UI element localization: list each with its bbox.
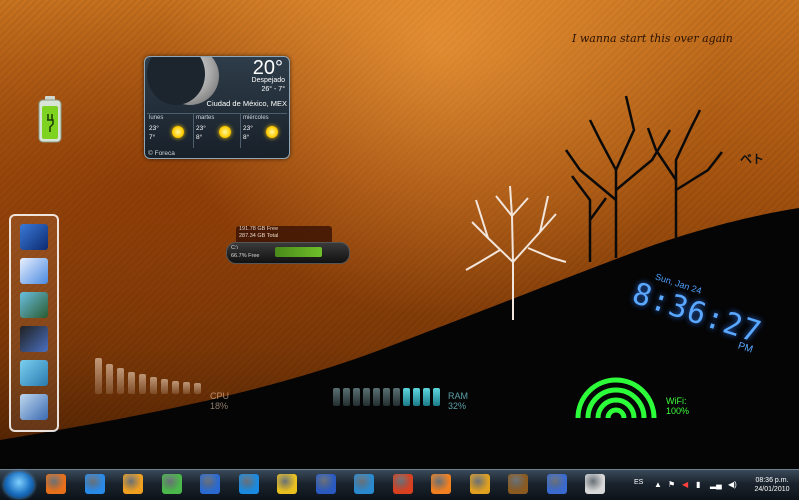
avast-icon[interactable] <box>238 474 259 494</box>
network-icon[interactable] <box>20 394 48 420</box>
weather-city: Ciudad de México, MEX <box>206 99 287 108</box>
weather-credit[interactable]: © Foreca <box>148 150 175 157</box>
desktop: I wanna start this over again ベト 20° Des… <box>0 0 799 469</box>
cpu-meter-bar <box>117 368 124 394</box>
cpu-meter-bar <box>194 383 201 394</box>
gimp-icon[interactable] <box>431 474 451 494</box>
drive-fill <box>275 247 322 257</box>
wallpaper-kana: ベト <box>740 152 765 166</box>
internet-explorer-icon[interactable] <box>84 474 105 494</box>
forecast-day-name: miércoles <box>243 115 269 121</box>
cpu-value: 18% <box>210 401 229 411</box>
wifi-label: WiFi: 100% <box>666 396 689 416</box>
weather-range: 26° - 7° <box>261 86 286 93</box>
ram-meter-bar <box>343 388 350 406</box>
drive-free: 191.78 GB Free <box>239 226 279 232</box>
ram-meter-bar <box>393 388 400 406</box>
drive-total: 287.34 GB Total <box>239 233 279 239</box>
pictures-icon[interactable] <box>20 292 48 318</box>
sun-icon <box>219 126 231 138</box>
ram-meter-bar <box>333 388 340 406</box>
itunes-icon[interactable] <box>585 474 605 494</box>
ram-meter-bar <box>373 388 380 406</box>
show-hidden-icons-icon[interactable]: ▲ <box>654 480 662 489</box>
network-signal-icon[interactable]: ▂▄ <box>710 480 722 489</box>
game-icon[interactable] <box>508 474 528 494</box>
messenger-icon[interactable] <box>161 474 182 494</box>
drive-letter: C:\ <box>231 245 239 251</box>
word-icon[interactable] <box>315 474 336 494</box>
cpu-meter-bar <box>95 358 102 394</box>
ram-meter-bar <box>353 388 360 406</box>
forecast-high: 23° <box>243 125 253 132</box>
tray-clock[interactable]: 08:36 p.m. 24/01/2010 <box>748 476 796 494</box>
firefox-icon[interactable] <box>46 474 66 494</box>
tray-date: 24/01/2010 <box>754 486 790 493</box>
ram-label: RAM 32% <box>448 391 468 411</box>
ram-meter-bar <box>423 388 430 406</box>
launcher-dock <box>9 214 59 432</box>
forecast-low: 8° <box>243 134 250 141</box>
wifi-value: 100% <box>666 406 690 416</box>
publisher-icon[interactable] <box>354 474 374 494</box>
ram-value: 32% <box>448 401 467 411</box>
weather-forecast: lunes 23° 7° martes 23° 8° miércoles 23°… <box>147 113 287 148</box>
action-center-icon[interactable]: ⚑ <box>668 480 675 489</box>
documents-icon[interactable] <box>20 258 48 284</box>
weather-condition: Despejado <box>251 77 285 84</box>
cpu-meter-bar <box>161 379 168 394</box>
pidgin-icon[interactable] <box>277 474 297 494</box>
forecast-low: 7° <box>149 134 156 141</box>
forecast-high: 23° <box>196 125 206 132</box>
powerpoint-icon[interactable] <box>392 474 413 494</box>
media-player-icon[interactable] <box>123 474 143 494</box>
drive-bar: C:\ 66.7% Free <box>226 242 350 264</box>
tray-time: 08:36 p.m. <box>755 477 789 484</box>
drive-percent: 66.7% Free <box>231 253 260 259</box>
ram-meter-bar <box>363 388 370 406</box>
jdownloader-icon[interactable] <box>546 474 567 494</box>
forecast-day: miércoles 23° 8° <box>241 114 287 148</box>
alert-icon[interactable]: ◀ <box>682 480 688 489</box>
forecast-day: martes 23° 8° <box>194 114 241 148</box>
cpu-meter-bar <box>172 381 179 394</box>
control-panel-icon[interactable] <box>20 360 48 386</box>
cpu-meter-bar <box>128 372 135 394</box>
drive-gadget[interactable]: 191.78 GB Free 287.34 GB Total C:\ 66.7%… <box>226 226 350 264</box>
forecast-day: lunes 23° 7° <box>147 114 194 148</box>
cpu-meter-bar <box>106 364 113 394</box>
volume-icon[interactable]: ◀) <box>728 480 737 489</box>
cpu-meter-bar <box>150 377 157 394</box>
sun-icon <box>172 126 184 138</box>
games-icon[interactable] <box>20 326 48 352</box>
wallpaper-quote: I wanna start this over again <box>572 32 733 45</box>
cpu-label-text: CPU <box>210 391 230 401</box>
cpu-meter-bar <box>139 374 146 394</box>
weather-app-icon[interactable] <box>200 474 220 494</box>
computer-icon[interactable] <box>20 224 48 250</box>
wifi-label-text: WiFi: <box>666 396 687 406</box>
cpu-meter-bar <box>183 382 190 394</box>
ram-label-text: RAM <box>448 391 468 401</box>
sun-icon <box>266 126 278 138</box>
ram-meter-bar <box>433 388 440 406</box>
battery-icon[interactable] <box>38 96 62 144</box>
winamp-icon[interactable] <box>469 474 490 494</box>
forecast-day-name: martes <box>196 115 215 121</box>
ram-meter-bar <box>403 388 410 406</box>
forecast-high: 23° <box>149 125 159 132</box>
forecast-day-name: lunes <box>149 115 164 121</box>
language-indicator[interactable]: ES <box>634 479 643 486</box>
ram-meter-bar <box>383 388 390 406</box>
start-button[interactable] <box>4 472 34 498</box>
weather-gadget[interactable]: 20° Despejado 26° - 7° Ciudad de México,… <box>144 56 290 159</box>
cpu-label: CPU 18% <box>210 391 229 411</box>
drive-info: 191.78 GB Free 287.34 GB Total <box>236 226 332 242</box>
taskbar: ES ▲ ⚑ ◀ ▮ ▂▄ ◀) 08:36 p.m. 24/01/2010 <box>0 469 799 500</box>
ram-meter-bar <box>413 388 420 406</box>
power-icon[interactable]: ▮ <box>696 480 700 489</box>
forecast-low: 8° <box>196 134 203 141</box>
